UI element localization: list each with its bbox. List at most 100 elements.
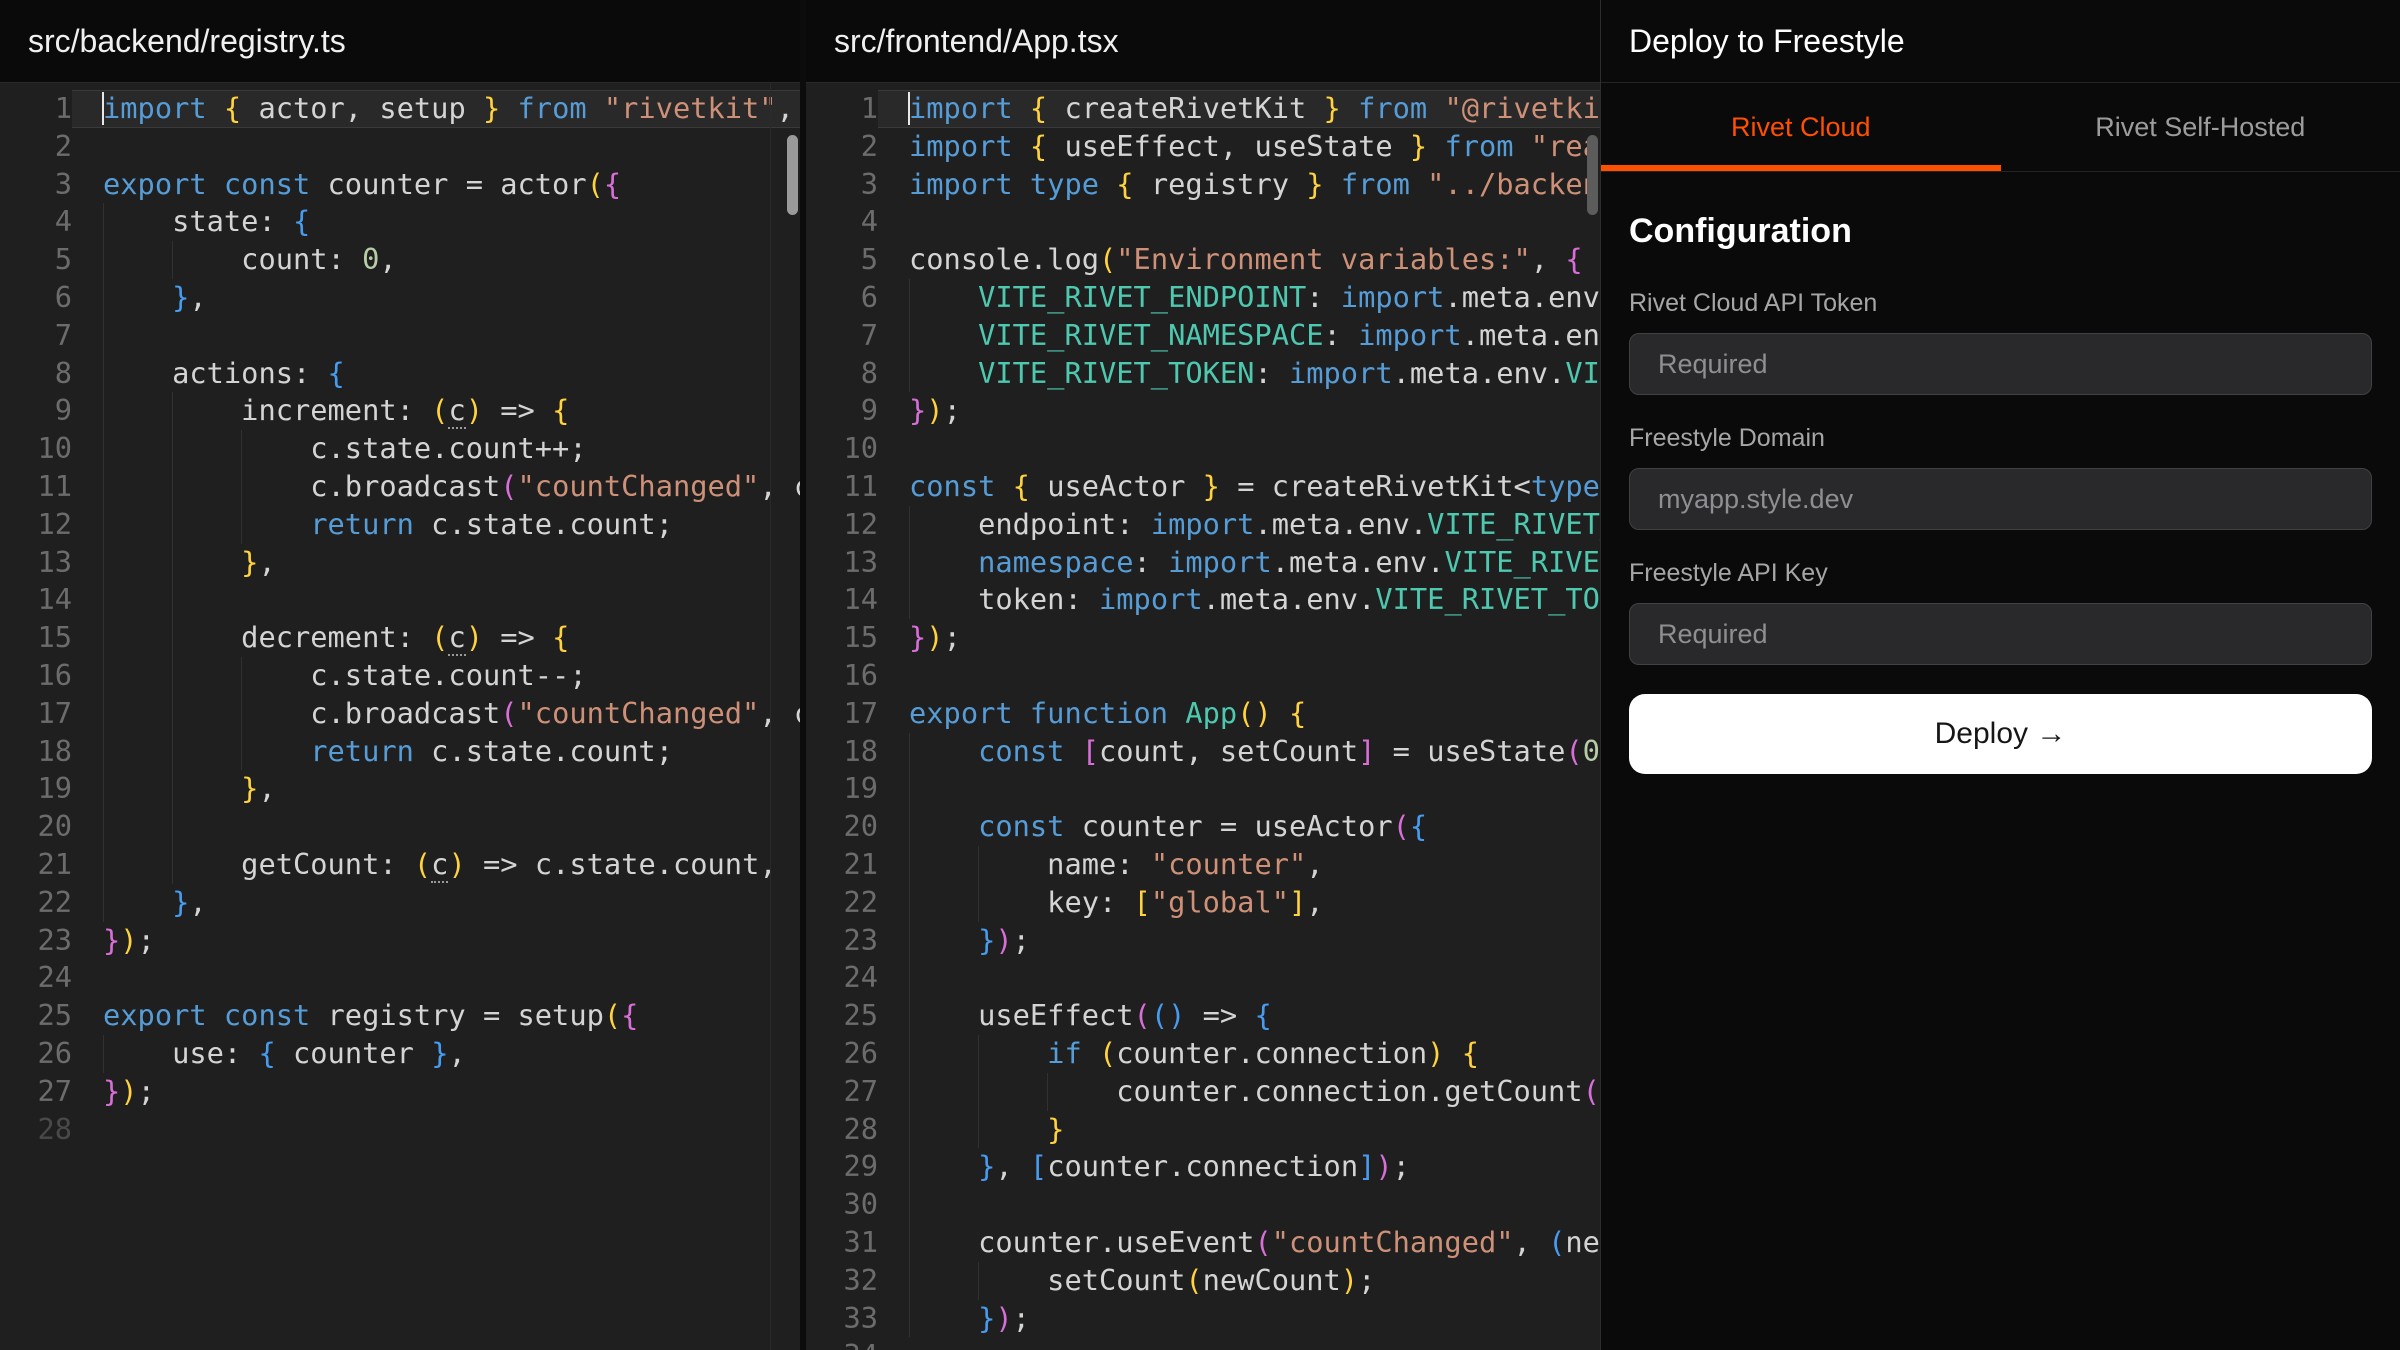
code-text: getCount: (c) => c.state.count,	[72, 846, 800, 884]
code-line: 17export function App() {	[806, 695, 1600, 733]
code-token: ,	[1531, 242, 1566, 276]
code-token	[1272, 696, 1289, 730]
code-line: 10 c.state.count++;	[0, 430, 800, 468]
code-token: VITE_RIVET_ENDPOINT	[978, 280, 1306, 314]
code-line: 24	[806, 959, 1600, 997]
line-number: 6	[0, 279, 72, 317]
code-token: )	[926, 620, 943, 654]
code-line: 32 setCount(newCount);	[806, 1262, 1600, 1300]
line-number: 27	[0, 1073, 72, 1111]
rivet-cloud-api-token-input[interactable]	[1629, 333, 2372, 395]
code-token: {	[1462, 1036, 1479, 1070]
code-line: 15});	[806, 619, 1600, 657]
code-line: 23 });	[806, 922, 1600, 960]
deploy-form: Configuration Rivet Cloud API Token Free…	[1601, 172, 2400, 774]
code-token	[103, 507, 310, 541]
line-number: 6	[806, 279, 878, 317]
code-token: (	[1134, 998, 1151, 1032]
code-token: name:	[909, 847, 1151, 881]
code-token: actor, setup	[258, 91, 483, 125]
indent-guide	[909, 355, 910, 393]
indent-guide	[909, 1262, 910, 1300]
code-line: 28	[0, 1111, 800, 1149]
indent-guide	[909, 1111, 910, 1149]
code-token: counter = useActor	[1082, 809, 1393, 843]
code-token: return	[310, 507, 431, 541]
file-path: src/backend/registry.ts	[28, 23, 346, 60]
code-editor-frontend[interactable]: 1import { createRivetKit } from "@rivetk…	[806, 83, 1600, 1350]
code-token: }	[431, 1036, 448, 1070]
editor-panel-backend: src/backend/registry.ts 1import { actor,…	[0, 0, 800, 1350]
code-token: "countChanged"	[518, 696, 760, 730]
code-token: {	[552, 620, 569, 654]
indent-guide	[909, 279, 910, 317]
code-text: c.broadcast("countChanged", c.state.coun…	[72, 468, 800, 506]
code-line: 8 actions: {	[0, 355, 800, 393]
indent-guide	[978, 1111, 979, 1149]
code-token: c.broadcast	[103, 469, 500, 503]
field-label: Freestyle Domain	[1629, 424, 2372, 453]
code-text	[72, 808, 800, 846]
code-line: 7 VITE_RIVET_NAMESPACE: import.meta.env.…	[806, 317, 1600, 355]
code-token: endpoint:	[909, 507, 1151, 541]
code-token: ()	[1583, 1074, 1600, 1108]
code-token: console.log	[909, 242, 1099, 276]
tab-rivet-cloud[interactable]: Rivet Cloud	[1601, 83, 2001, 171]
code-token: VITE_RIVET_TOKEN	[1565, 356, 1600, 390]
code-token: import	[1358, 318, 1462, 352]
indent-guide	[909, 1224, 910, 1262]
code-token: c.state.count++;	[103, 431, 587, 465]
line-number: 17	[806, 695, 878, 733]
indent-guide	[103, 203, 104, 241]
line-number: 26	[0, 1035, 72, 1073]
code-token: import	[1341, 280, 1445, 314]
code-text: }, [counter.connection]);	[878, 1148, 1600, 1186]
code-token: ;	[138, 1074, 155, 1108]
field-freestyle-domain: Freestyle Domain	[1629, 424, 2372, 530]
line-number: 21	[806, 846, 878, 884]
code-line: 25export const registry = setup({	[0, 997, 800, 1035]
code-line: 4	[806, 203, 1600, 241]
code-token: (	[1393, 809, 1410, 843]
line-number: 7	[0, 317, 72, 355]
code-text: export const counter = actor({	[72, 166, 800, 204]
scrollbar-thumb[interactable]	[1587, 135, 1598, 215]
code-token: ;	[1358, 1263, 1375, 1297]
code-line: 12 return c.state.count;	[0, 506, 800, 544]
code-text: if (counter.connection) {	[878, 1035, 1600, 1073]
deploy-button[interactable]: Deploy →	[1629, 694, 2372, 774]
line-number: 23	[806, 922, 878, 960]
code-line: 2import { useEffect, useState } from "re…	[806, 128, 1600, 166]
code-text: });	[878, 1300, 1600, 1338]
code-token: ,	[1306, 885, 1323, 919]
code-token: count, setCount	[1099, 734, 1358, 768]
line-number: 3	[806, 166, 878, 204]
line-number: 2	[806, 128, 878, 166]
code-token: =>	[483, 393, 552, 427]
freestyle-domain-input[interactable]	[1629, 468, 2372, 530]
code-line: 4 state: {	[0, 203, 800, 241]
code-line: 9 increment: (c) => {	[0, 392, 800, 430]
code-text	[878, 770, 1600, 808]
code-token: {	[552, 393, 569, 427]
code-token: import	[1168, 545, 1272, 579]
code-editor-backend[interactable]: 1import { actor, setup } from "rivetkit"…	[0, 83, 800, 1350]
freestyle-api-key-input[interactable]	[1629, 603, 2372, 665]
tab-rivet-self-hosted[interactable]: Rivet Self-Hosted	[2001, 83, 2400, 171]
code-line: 1import { actor, setup } from "rivetkit"…	[0, 90, 800, 128]
code-token: "global"	[1151, 885, 1289, 919]
indent-guide	[172, 468, 173, 506]
indent-guide	[909, 884, 910, 922]
code-text	[878, 1186, 1600, 1224]
code-token: }	[978, 1301, 995, 1335]
editor-ruler	[770, 83, 771, 1350]
code-text: counter.useEvent("countChanged", (newCou…	[878, 1224, 1600, 1262]
code-token: VITE_RIVET_ENDPOINT	[1427, 507, 1600, 541]
indent-guide	[103, 733, 104, 771]
code-token: ,	[448, 1036, 465, 1070]
code-token: .meta.env.	[1203, 582, 1376, 616]
code-text: },	[72, 884, 800, 922]
code-text	[878, 657, 1600, 695]
scrollbar-thumb[interactable]	[787, 135, 798, 215]
code-line: 33 });	[806, 1300, 1600, 1338]
